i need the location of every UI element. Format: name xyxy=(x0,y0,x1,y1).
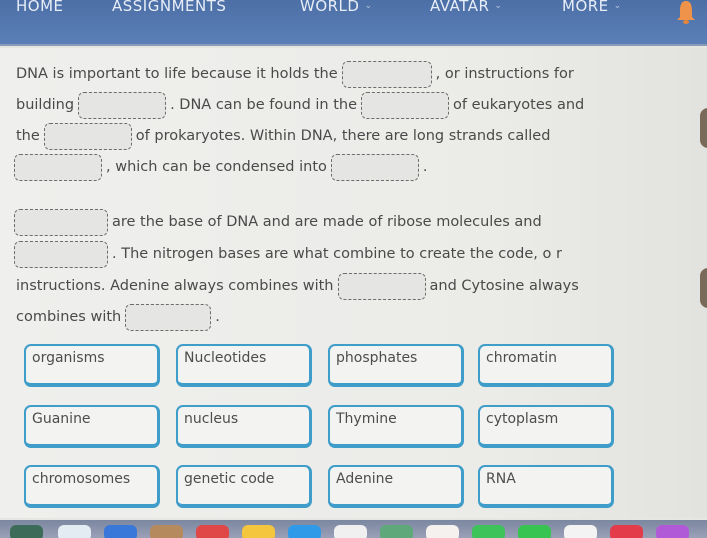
word-chip-phosphates[interactable]: phosphates xyxy=(328,344,464,387)
drop-blank-1[interactable] xyxy=(341,60,432,88)
nav-more[interactable]: MORE ⌄ xyxy=(562,0,622,15)
nav-more-label: MORE xyxy=(562,0,609,15)
top-nav-bar: HOME ASSIGNMENTS WORLD ⌄ AVATAR ⌄ MORE ⌄ xyxy=(0,0,707,46)
passage-line: instructions. Adenine always combines wi… xyxy=(16,272,579,300)
drop-blank-2[interactable] xyxy=(78,91,167,119)
screen-edge-decoration xyxy=(700,108,707,148)
dock-app-icon[interactable] xyxy=(196,525,229,538)
chevron-down-icon: ⌄ xyxy=(494,1,503,11)
passage-text: . xyxy=(422,159,428,175)
chip-label: chromosomes xyxy=(32,471,131,487)
passage-text: combines with xyxy=(16,309,122,325)
chevron-down-icon: ⌄ xyxy=(364,1,373,11)
dock-app-icon[interactable] xyxy=(242,525,275,538)
passage-line: DNA is important to life because it hold… xyxy=(16,60,574,88)
bell-icon[interactable] xyxy=(676,0,696,24)
dock-app-icon[interactable] xyxy=(104,525,137,538)
chip-label: Nucleotides xyxy=(184,350,267,366)
dock-app-icon[interactable] xyxy=(426,525,459,538)
word-chip-nucleus[interactable]: nucleus xyxy=(176,405,312,448)
nav-avatar-label: AVATAR xyxy=(430,0,490,15)
chip-label: nucleus xyxy=(184,411,239,427)
word-chip-thymine[interactable]: Thymine xyxy=(328,405,464,448)
drop-blank-9[interactable] xyxy=(337,272,426,300)
passage-line: building . DNA can be found in the of eu… xyxy=(16,91,584,119)
word-chip-rna[interactable]: RNA xyxy=(478,465,614,508)
drop-blank-3[interactable] xyxy=(361,91,450,119)
passage-text: and Cytosine always xyxy=(429,278,579,294)
passage-line: . The nitrogen bases are what combine to… xyxy=(14,240,562,268)
drop-blank-5[interactable] xyxy=(14,153,102,181)
nav-assignments-label: ASSIGNMENTS xyxy=(112,0,227,15)
word-chip-cytoplasm[interactable]: cytoplasm xyxy=(478,405,614,448)
dock-app-icon[interactable] xyxy=(10,525,43,538)
os-dock xyxy=(0,520,707,538)
passage-text: are the base of DNA and are made of ribo… xyxy=(112,214,542,230)
dock-app-icon[interactable] xyxy=(610,525,643,538)
passage-text: the xyxy=(16,128,40,144)
dock-app-icon[interactable] xyxy=(150,525,183,538)
chip-label: Adenine xyxy=(336,471,394,487)
chevron-down-icon: ⌄ xyxy=(613,1,622,11)
dock-app-icon[interactable] xyxy=(58,525,91,538)
passage-text: . The nitrogen bases are what combine to… xyxy=(112,246,562,262)
dock-app-icon[interactable] xyxy=(518,525,551,538)
nav-world-label: WORLD xyxy=(300,0,360,15)
passage-text: of prokaryotes. Within DNA, there are lo… xyxy=(135,128,551,144)
nav-home-label: HOME xyxy=(16,0,64,15)
word-chip-adenine[interactable]: Adenine xyxy=(328,465,464,508)
word-chip-guanine[interactable]: Guanine xyxy=(24,405,160,448)
dock-app-icon[interactable] xyxy=(564,525,597,538)
passage-text: . DNA can be found in the xyxy=(170,97,358,113)
passage-text: of eukaryotes and xyxy=(453,97,585,113)
dock-app-icon[interactable] xyxy=(380,525,413,538)
nav-assignments[interactable]: ASSIGNMENTS xyxy=(112,0,226,15)
drop-blank-4[interactable] xyxy=(43,122,132,150)
word-chip-chromatin[interactable]: chromatin xyxy=(478,344,614,387)
word-chip-nucleotides[interactable]: Nucleotides xyxy=(176,344,312,387)
passage-line: combines with . xyxy=(16,303,220,331)
word-chip-organisms[interactable]: organisms xyxy=(24,344,160,387)
word-chip-genetic-code[interactable]: genetic code xyxy=(176,465,312,508)
nav-avatar[interactable]: AVATAR ⌄ xyxy=(430,0,502,15)
dock-app-icon[interactable] xyxy=(472,525,505,538)
drop-blank-8[interactable] xyxy=(14,240,108,268)
assignment-content: DNA is important to life because it hold… xyxy=(0,48,707,518)
passage-text: , which can be condensed into xyxy=(106,159,327,175)
chip-label: Guanine xyxy=(32,411,91,427)
screen-edge-decoration xyxy=(700,268,707,308)
nav-home[interactable]: HOME xyxy=(16,0,64,15)
nav-world[interactable]: WORLD ⌄ xyxy=(300,0,373,15)
drop-blank-6[interactable] xyxy=(330,153,419,181)
chip-label: genetic code xyxy=(184,471,275,487)
passage-text: . xyxy=(215,309,220,325)
passage-text: DNA is important to life because it hold… xyxy=(16,66,338,82)
passage-text: , or instructions for xyxy=(435,66,574,82)
chip-label: chromatin xyxy=(486,350,558,366)
dock-app-icon[interactable] xyxy=(656,525,689,538)
chip-label: phosphates xyxy=(336,350,418,366)
passage-line: the of prokaryotes. Within DNA, there ar… xyxy=(16,122,550,150)
chip-label: Thymine xyxy=(336,411,397,427)
chip-label: cytoplasm xyxy=(486,411,559,427)
chip-label: RNA xyxy=(486,471,516,487)
passage-line: , which can be condensed into . xyxy=(14,153,427,181)
passage-text: instructions. Adenine always combines wi… xyxy=(16,278,334,294)
drop-blank-7[interactable] xyxy=(14,208,108,236)
passage-text: building xyxy=(16,97,75,113)
word-chip-chromosomes[interactable]: chromosomes xyxy=(24,465,160,508)
passage-line: are the base of DNA and are made of ribo… xyxy=(14,208,542,236)
dock-app-icon[interactable] xyxy=(288,525,321,538)
dock-app-icon[interactable] xyxy=(334,525,367,538)
drop-blank-10[interactable] xyxy=(125,303,212,331)
chip-label: organisms xyxy=(32,350,105,366)
